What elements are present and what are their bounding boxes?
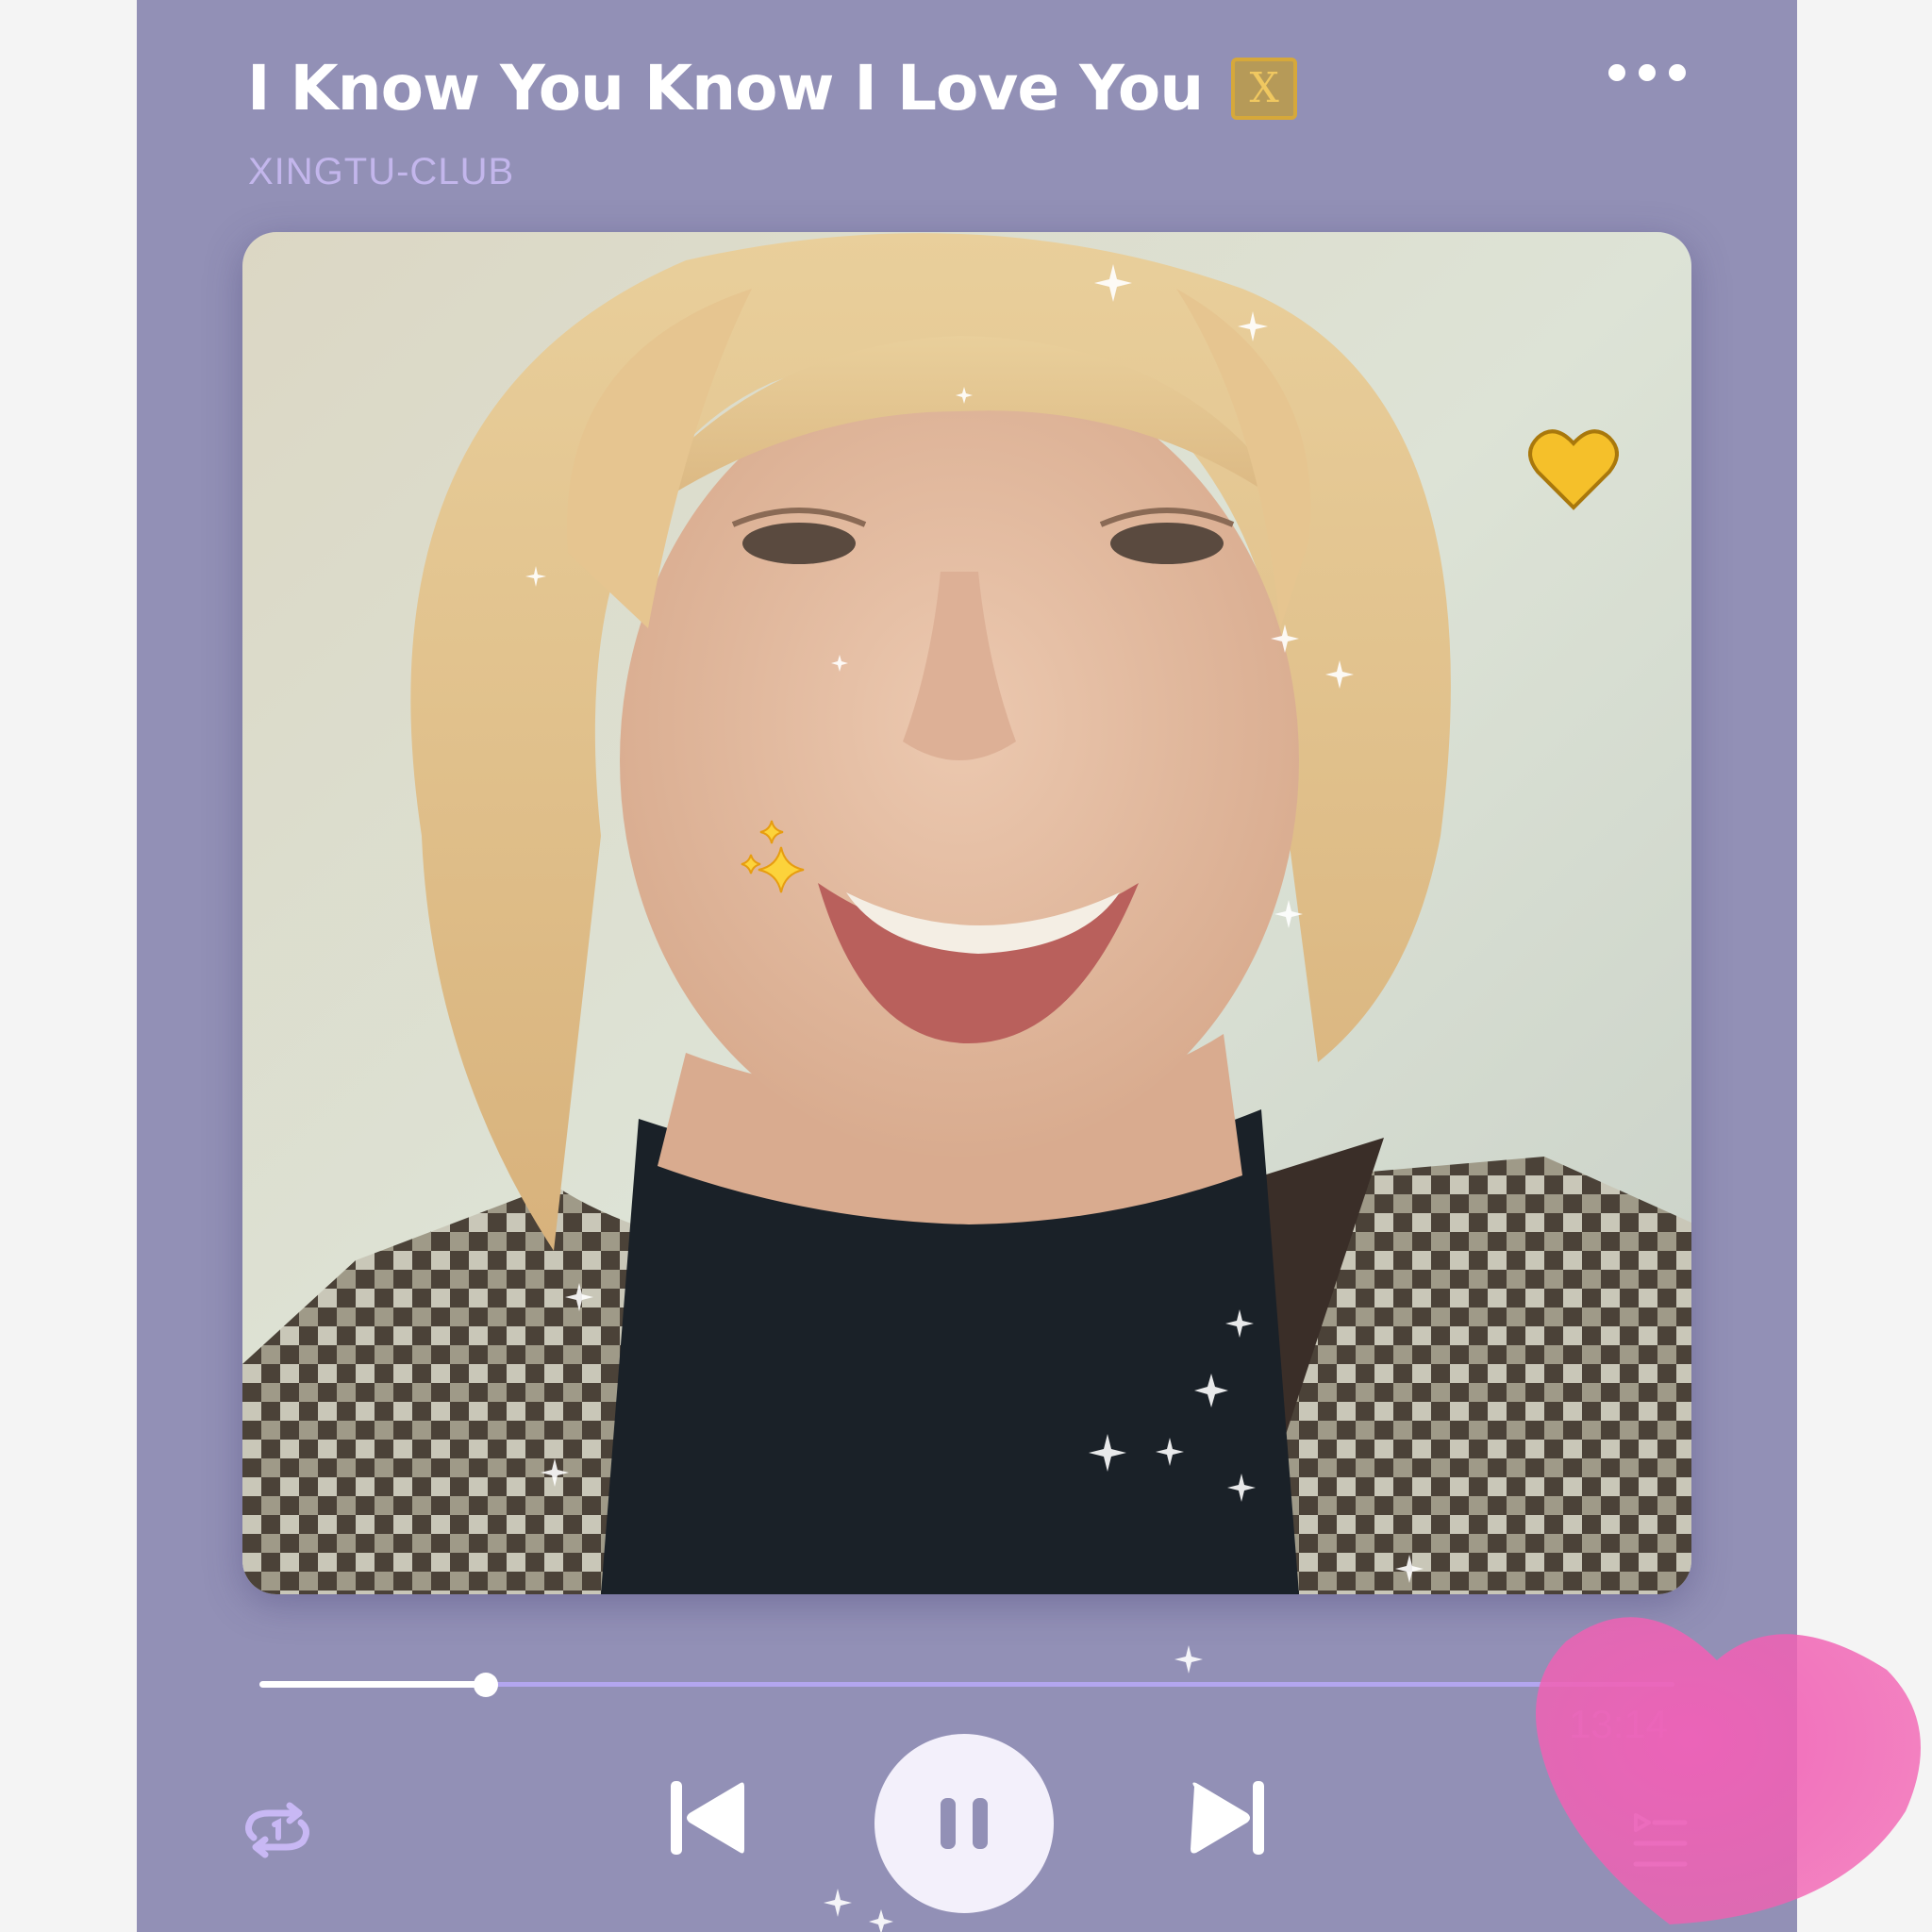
artist-name[interactable]: XINGTU-CLUB (248, 151, 514, 193)
progress-fill (259, 1681, 486, 1688)
xingtu-badge-icon: X (1231, 57, 1298, 120)
progress-knob[interactable] (474, 1673, 498, 1697)
song-title: I Know You Know I Love You (247, 52, 1204, 125)
music-player: I Know You Know I Love You X XINGTU-CLUB (137, 0, 1797, 1932)
progress-bar[interactable] (259, 1673, 1674, 1697)
more-dot (1608, 64, 1625, 81)
duration-time: 13:14 (1569, 1702, 1669, 1746)
song-title-row: I Know You Know I Love You X (247, 52, 1298, 125)
more-dot (1669, 64, 1686, 81)
portrait-photo (242, 232, 1691, 1594)
skip-next-icon[interactable] (1189, 1777, 1270, 1862)
more-dots-icon[interactable] (1608, 64, 1686, 81)
repeat-one-icon[interactable] (241, 1802, 314, 1862)
pause-button[interactable] (874, 1734, 1054, 1913)
pause-icon (941, 1798, 988, 1849)
playlist-icon[interactable] (1632, 1811, 1689, 1874)
more-dot (1639, 64, 1656, 81)
album-cover (242, 232, 1691, 1594)
skip-previous-icon[interactable] (665, 1777, 746, 1862)
